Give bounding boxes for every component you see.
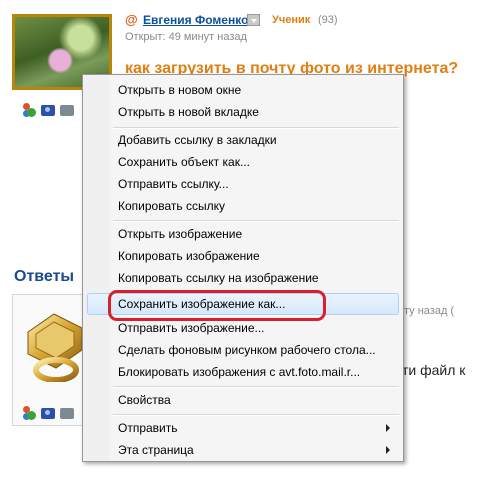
menu-this-page[interactable]: Эта страница: [118, 439, 194, 461]
camera-icon[interactable]: [41, 408, 55, 419]
opened-time: Открыт: 49 минут назад: [125, 31, 247, 43]
video-icon[interactable]: [60, 408, 74, 419]
menu-set-wallpaper[interactable]: Сделать фоновым рисунком рабочего стола.…: [118, 339, 376, 361]
question-icons: [22, 103, 74, 117]
people-icon[interactable]: [22, 406, 36, 420]
answers-heading: Ответы: [14, 268, 75, 285]
menu-open-new-window[interactable]: Открыть в новом окне: [118, 79, 241, 101]
user-dropdown-button[interactable]: [247, 14, 260, 26]
submenu-arrow-icon: [386, 424, 390, 432]
menu-block-images[interactable]: Блокировать изображения с avt.foto.mail.…: [118, 361, 360, 383]
menu-copy-link[interactable]: Копировать ссылку: [118, 195, 225, 217]
menu-copy-image[interactable]: Копировать изображение: [118, 245, 260, 267]
answer-time: ту назад (: [404, 305, 455, 317]
answer-icons: [22, 406, 74, 420]
camera-icon[interactable]: [41, 105, 55, 116]
menu-open-image[interactable]: Открыть изображение: [118, 223, 242, 245]
video-icon[interactable]: [60, 105, 74, 116]
menu-send[interactable]: Отправить: [118, 417, 178, 439]
answer-text: ти файл к: [402, 362, 466, 378]
context-menu: Открыть в новом окне Открыть в новой вкл…: [82, 74, 404, 462]
menu-separator: [113, 386, 399, 388]
submenu-arrow-icon: [386, 446, 390, 454]
menu-send-link[interactable]: Отправить ссылку...: [118, 173, 229, 195]
menu-copy-image-link[interactable]: Копировать ссылку на изображение: [118, 267, 319, 289]
menu-save-object[interactable]: Сохранить объект как...: [118, 151, 250, 173]
menu-add-bookmark[interactable]: Добавить ссылку в закладки: [118, 129, 277, 151]
menu-properties[interactable]: Свойства: [118, 389, 171, 411]
ring-image: [27, 313, 83, 382]
people-icon[interactable]: [22, 103, 36, 117]
user-rank-count: (93): [318, 14, 338, 26]
menu-gutter: [83, 75, 110, 461]
mail-at-icon: @: [125, 12, 138, 27]
highlight-outline: [108, 290, 326, 321]
menu-separator: [113, 414, 399, 416]
user-rank: Ученик: [272, 14, 311, 26]
menu-open-new-tab[interactable]: Открыть в новой вкладке: [118, 101, 259, 123]
menu-separator: [113, 220, 399, 222]
author-link[interactable]: Евгения Фоменко: [143, 13, 248, 27]
